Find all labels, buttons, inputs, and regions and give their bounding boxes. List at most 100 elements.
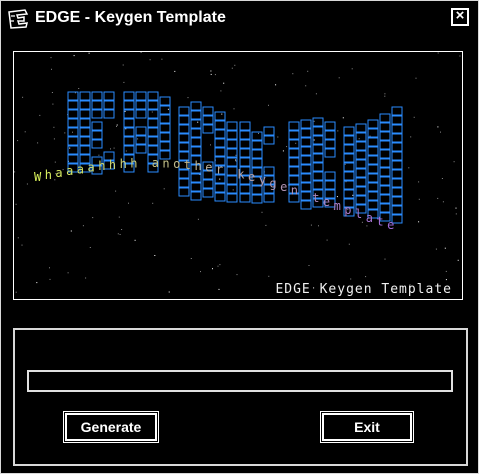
- serial-field[interactable]: [27, 370, 453, 392]
- star: [49, 278, 51, 280]
- star: [124, 110, 126, 112]
- star: [14, 171, 16, 173]
- logo-block: [79, 127, 91, 137]
- star: [116, 125, 117, 127]
- star: [418, 198, 420, 200]
- logo-block: [67, 118, 79, 128]
- star: [231, 67, 233, 69]
- star: [384, 93, 386, 95]
- logo-block: [135, 135, 147, 145]
- logo-block: [147, 145, 159, 155]
- logo-block: [251, 194, 263, 204]
- scroller-char: e: [323, 195, 330, 209]
- scroller-char: e: [387, 218, 394, 232]
- scroller-char: h: [120, 157, 127, 171]
- logo-block: [123, 136, 135, 146]
- scroller-char: n: [291, 184, 298, 198]
- logo-block: [159, 105, 171, 115]
- star: [140, 52, 142, 53]
- logo-block: [391, 205, 403, 215]
- logo-block: [300, 200, 312, 210]
- logo-block: [67, 145, 79, 155]
- star: [128, 202, 129, 204]
- star: [435, 248, 437, 250]
- logo-block: [135, 109, 147, 119]
- scroller-char: h: [195, 159, 202, 173]
- star: [348, 243, 350, 245]
- logo-block: [355, 195, 367, 205]
- star: [67, 272, 69, 274]
- logo-block: [202, 124, 214, 134]
- star: [223, 82, 225, 84]
- star: [26, 183, 28, 185]
- logo-block: [300, 137, 312, 147]
- star: [232, 189, 234, 191]
- logo-block: [343, 135, 355, 145]
- banner-caption: EDGE Keygen Template: [275, 282, 452, 297]
- star: [350, 278, 352, 280]
- star: [37, 142, 39, 144]
- scroller-char: a: [66, 164, 73, 178]
- star: [119, 234, 121, 235]
- star: [50, 57, 52, 59]
- star: [437, 126, 439, 128]
- logo-block: [300, 164, 312, 174]
- generate-button[interactable]: Generate: [63, 411, 159, 443]
- scroller-char: a: [88, 161, 95, 175]
- scroller-char: k: [237, 167, 245, 181]
- star: [152, 202, 154, 204]
- scroller-char: a: [152, 156, 159, 170]
- star: [219, 178, 221, 180]
- star: [22, 96, 24, 98]
- logo-block: [367, 164, 379, 174]
- star: [154, 255, 156, 256]
- star: [235, 159, 237, 161]
- starfield-scene: Whaaaahhhh another keygen template: [14, 52, 461, 293]
- star: [73, 55, 75, 57]
- star: [88, 52, 90, 54]
- logo-block: [103, 109, 115, 119]
- star: [459, 55, 461, 57]
- star: [15, 203, 17, 205]
- exit-button[interactable]: Exit: [320, 411, 414, 443]
- logo-block: [159, 132, 171, 142]
- logo-block: [226, 121, 238, 131]
- title-bar[interactable]: EDGE - Keygen Template ×: [5, 7, 473, 31]
- logo-block: [367, 137, 379, 147]
- star: [457, 259, 459, 261]
- star: [445, 270, 447, 272]
- logo-block: [251, 158, 263, 168]
- star: [361, 221, 363, 223]
- logo-block: [159, 123, 171, 133]
- logo-block: [178, 115, 190, 125]
- star: [110, 148, 111, 150]
- star: [123, 81, 125, 83]
- logo-block: [123, 118, 135, 128]
- star: [268, 275, 270, 277]
- star: [292, 73, 294, 75]
- star: [366, 225, 368, 227]
- logo-block: [79, 109, 91, 119]
- star: [151, 111, 153, 113]
- logo-block: [91, 109, 103, 119]
- logo-block: [300, 128, 312, 138]
- logo-block: [190, 110, 202, 120]
- star: [24, 131, 26, 133]
- logo-block: [147, 118, 159, 128]
- star: [217, 265, 219, 267]
- logo-block: [226, 193, 238, 203]
- logo-block: [202, 179, 214, 189]
- scroller-char: l: [355, 207, 362, 221]
- star: [455, 207, 457, 209]
- star: [277, 136, 279, 138]
- star: [51, 92, 53, 93]
- logo-block: [190, 173, 202, 183]
- star: [455, 213, 457, 215]
- logo-block: [91, 139, 103, 149]
- logo-block: [202, 106, 214, 116]
- star: [214, 74, 216, 76]
- logo-block: [147, 136, 159, 146]
- star: [190, 258, 192, 259]
- close-button[interactable]: ×: [451, 7, 469, 26]
- logo-block: [226, 166, 238, 176]
